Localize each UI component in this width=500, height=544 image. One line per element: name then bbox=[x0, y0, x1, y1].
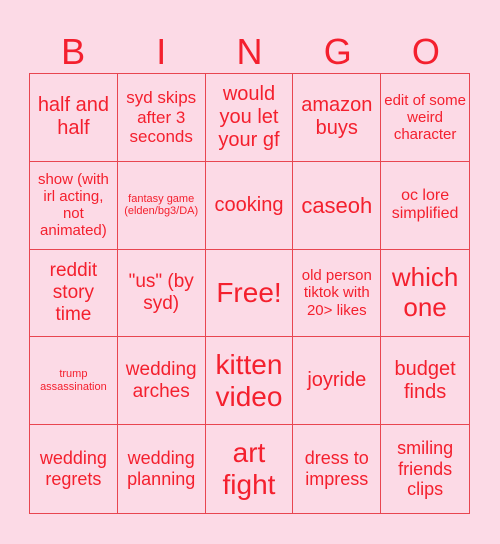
bingo-cell[interactable]: oc lore simplified bbox=[381, 162, 469, 250]
header-letter-g: G bbox=[323, 31, 352, 72]
bingo-cell[interactable]: wedding arches bbox=[117, 337, 206, 426]
bingo-cell[interactable]: budget finds bbox=[381, 337, 469, 426]
bingo-cell[interactable]: old person tiktok with 20> likes bbox=[293, 249, 382, 338]
bingo-cell[interactable]: cooking bbox=[205, 161, 294, 250]
header-letter-n: N bbox=[236, 31, 263, 72]
bingo-cell[interactable]: wedding planning bbox=[118, 425, 206, 513]
bingo-cell[interactable]: trump assassination bbox=[30, 337, 118, 426]
bingo-cell[interactable]: fantasy game (elden/bg3/DA) bbox=[117, 161, 206, 250]
free-space[interactable]: Free! bbox=[205, 249, 294, 338]
bingo-header: B I N G O bbox=[29, 30, 470, 73]
bingo-cell[interactable]: amazon buys bbox=[293, 74, 382, 162]
bingo-cell[interactable]: syd skips after 3 seconds bbox=[117, 74, 206, 162]
bingo-cell[interactable]: show (with irl acting, not animated) bbox=[30, 161, 118, 250]
bingo-cell[interactable]: reddit story time bbox=[30, 249, 118, 338]
bingo-cell[interactable]: edit of some weird character bbox=[381, 74, 469, 162]
bingo-cell[interactable]: caseoh bbox=[293, 161, 382, 250]
bingo-cell[interactable]: "us" (by syd) bbox=[117, 249, 206, 338]
bingo-grid: half and half syd skips after 3 seconds … bbox=[29, 73, 470, 514]
bingo-cell[interactable]: kitten video bbox=[205, 337, 294, 426]
header-letter-o: O bbox=[411, 31, 440, 72]
header-letter-b: B bbox=[61, 31, 86, 72]
bingo-cell[interactable]: joyride bbox=[293, 337, 382, 426]
bingo-cell[interactable]: which one bbox=[381, 250, 469, 338]
bingo-cell[interactable]: smiling friends clips bbox=[381, 425, 469, 513]
bingo-cell[interactable]: art fight bbox=[206, 425, 294, 513]
header-letter-i: I bbox=[156, 31, 167, 72]
bingo-cell[interactable]: half and half bbox=[30, 74, 118, 162]
bingo-cell[interactable]: dress to impress bbox=[293, 425, 382, 513]
bingo-cell[interactable]: would you let your gf bbox=[205, 74, 294, 162]
bingo-cell[interactable]: wedding regrets bbox=[30, 425, 118, 513]
